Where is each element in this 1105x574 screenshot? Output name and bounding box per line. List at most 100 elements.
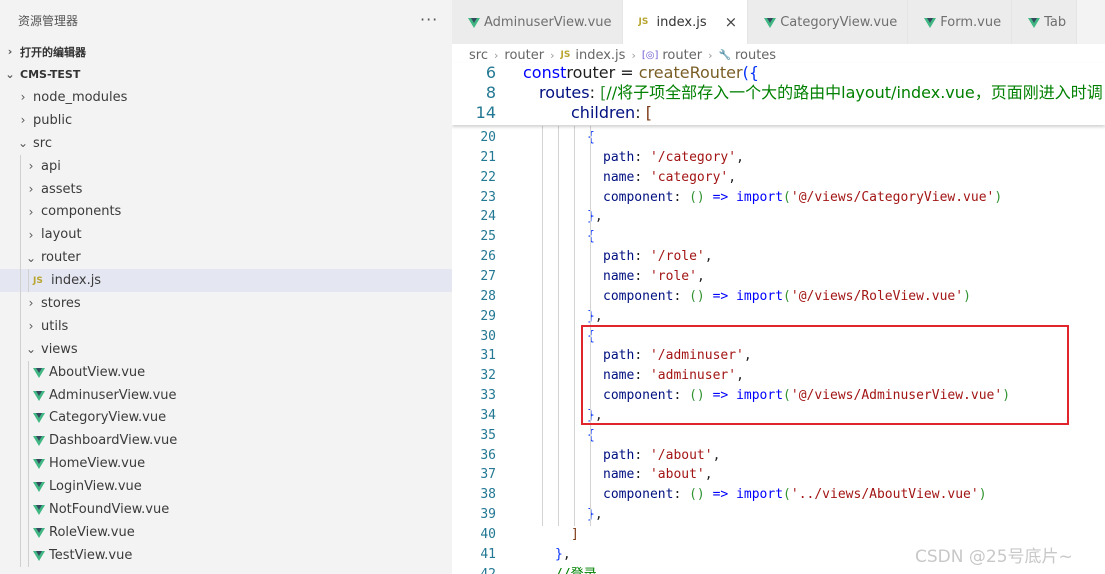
line-number: 32 (480, 368, 496, 384)
code-line[interactable]: 24}, (452, 207, 1105, 227)
code-line[interactable]: 26 path: '/role', (452, 247, 1105, 267)
code-token: : (634, 249, 650, 265)
code-line[interactable]: 25{ (452, 227, 1105, 247)
tab-label: index.js (656, 14, 707, 30)
code-line[interactable]: 14 children: [ (452, 103, 1105, 123)
file-item[interactable]: RoleView.vue (0, 520, 452, 544)
file-item[interactable]: TestView.vue (0, 543, 452, 567)
code-line[interactable]: 6 constrouter = createRouter({ (452, 63, 1105, 83)
code-token: name (603, 467, 635, 483)
folder-item[interactable]: › assets (0, 177, 452, 201)
folder-item[interactable]: ⌄ src (0, 132, 452, 155)
editor-tab[interactable]: CategoryView.vue (748, 0, 909, 44)
code-line[interactable]: 23 component: () => import('@/views/Categ… (452, 188, 1105, 208)
code-token: '/role' (649, 249, 705, 265)
code-line[interactable]: 37 name: 'about', (452, 465, 1105, 485)
line-number: 37 (480, 467, 496, 483)
indent-guide (20, 498, 21, 521)
folder-item[interactable]: ⌄ router (0, 246, 452, 270)
line-number: 30 (480, 328, 496, 344)
indent-guide (542, 126, 543, 526)
code-line[interactable]: 39}, (452, 505, 1105, 525)
indent-guide (20, 269, 21, 293)
code-token: [ (645, 103, 652, 122)
folder-item[interactable]: ⌄ views (0, 337, 452, 361)
folder-item[interactable]: › components (0, 200, 452, 224)
file-item[interactable]: JS index.js (0, 269, 452, 293)
folder-item[interactable]: › api (0, 154, 452, 178)
code-line[interactable]: 21 path: '/category', (452, 148, 1105, 168)
editor-tab[interactable]: Tab (1012, 0, 1078, 44)
editor-tab[interactable]: JS index.js × (622, 0, 749, 44)
line-number: 28 (480, 288, 496, 304)
breadcrumb-item[interactable]: router (662, 48, 702, 63)
code-line[interactable]: 20{ (452, 128, 1105, 148)
code-token: } (555, 546, 563, 562)
folder-item[interactable]: › stores (0, 292, 452, 315)
line-number: 41 (480, 546, 496, 562)
code-line[interactable]: 28 component: () => import('@/views/RoleV… (452, 287, 1105, 307)
indent-guide (20, 520, 21, 544)
file-item[interactable]: HomeView.vue (0, 452, 452, 476)
breadcrumb-item[interactable]: router (504, 48, 544, 63)
tree-item-label: LoginView.vue (49, 479, 142, 495)
file-item[interactable]: CategoryView.vue (0, 406, 452, 430)
code-token: , (736, 149, 744, 165)
breadcrumb-item[interactable]: src (469, 48, 488, 63)
editor-tab[interactable]: Form.vue (908, 0, 1013, 44)
file-item[interactable]: NotFoundView.vue (0, 498, 452, 521)
folder-item[interactable]: › public (0, 109, 452, 132)
tree-item-label: layout (41, 227, 82, 243)
file-item[interactable]: LoginView.vue (0, 475, 452, 499)
project-label: CMS-TEST (20, 68, 81, 81)
chevron-right-icon: › (7, 45, 13, 58)
file-item[interactable]: AboutView.vue (0, 360, 452, 384)
more-actions-icon[interactable]: ··· (420, 10, 438, 29)
indent-guide (20, 429, 21, 453)
breadcrumb-item[interactable]: routes (735, 48, 776, 63)
tree-item-label: api (41, 158, 61, 174)
property-icon: 🔧 (718, 49, 731, 61)
vue-file-icon (33, 550, 45, 561)
tab-label: Form.vue (940, 14, 1002, 30)
editor-tab[interactable]: AdminuserView.vue (452, 0, 623, 44)
tree-item-label: public (33, 112, 73, 128)
folder-item[interactable]: › layout (0, 223, 452, 247)
code-text: constrouter = createRouter({ (523, 63, 759, 83)
open-editors-section[interactable]: › 打开的编辑器 (0, 40, 452, 63)
file-item[interactable]: AdminuserView.vue (0, 383, 452, 407)
code-line[interactable]: 22 name: 'category', (452, 168, 1105, 188)
indent-guide (28, 475, 29, 499)
code-line[interactable]: 36 path: '/about', (452, 446, 1105, 466)
code-text: routes: [//将子项全部存入一个大的路由中layout/index.vu… (539, 83, 1103, 103)
indent-guide (20, 177, 21, 201)
code-token: : (634, 467, 650, 483)
sticky-scroll-header[interactable]: 6 constrouter = createRouter({8 routes: [/… (452, 63, 1105, 125)
folder-item[interactable]: › utils (0, 314, 452, 338)
chevron-right-icon: › (20, 90, 26, 105)
tree-item-label: stores (41, 295, 81, 311)
code-token: => (704, 288, 729, 304)
code-token: path (603, 447, 635, 463)
breadcrumb-item[interactable]: index.js (575, 48, 625, 63)
line-number: 39 (480, 507, 496, 523)
code-line[interactable]: 35{ (452, 426, 1105, 446)
tree-item-label: AboutView.vue (49, 364, 146, 380)
file-item[interactable]: DashboardView.vue (0, 429, 452, 453)
line-number: 22 (480, 169, 496, 185)
explorer-header: 资源管理器 ··· (0, 0, 452, 40)
code-token: : (634, 268, 650, 284)
code-line[interactable]: 27 name: 'role', (452, 267, 1105, 287)
indent-guide (20, 360, 21, 384)
code-line[interactable]: 38 component: () => import('../views/Abou… (452, 485, 1105, 505)
chevron-right-icon: › (28, 204, 34, 219)
close-icon[interactable]: × (725, 13, 738, 31)
folder-item[interactable]: › node_modules (0, 86, 452, 109)
code-line[interactable]: 8 routes: [//将子项全部存入一个大的路由中layout/index.v… (452, 83, 1105, 103)
tree-item-label: HomeView.vue (49, 456, 146, 472)
project-section[interactable]: ⌄ CMS-TEST (0, 63, 452, 86)
js-file-icon: JS (560, 50, 571, 60)
code-line[interactable]: 29}, (452, 307, 1105, 327)
code-token: component (603, 189, 674, 205)
code-token: => (704, 189, 729, 205)
